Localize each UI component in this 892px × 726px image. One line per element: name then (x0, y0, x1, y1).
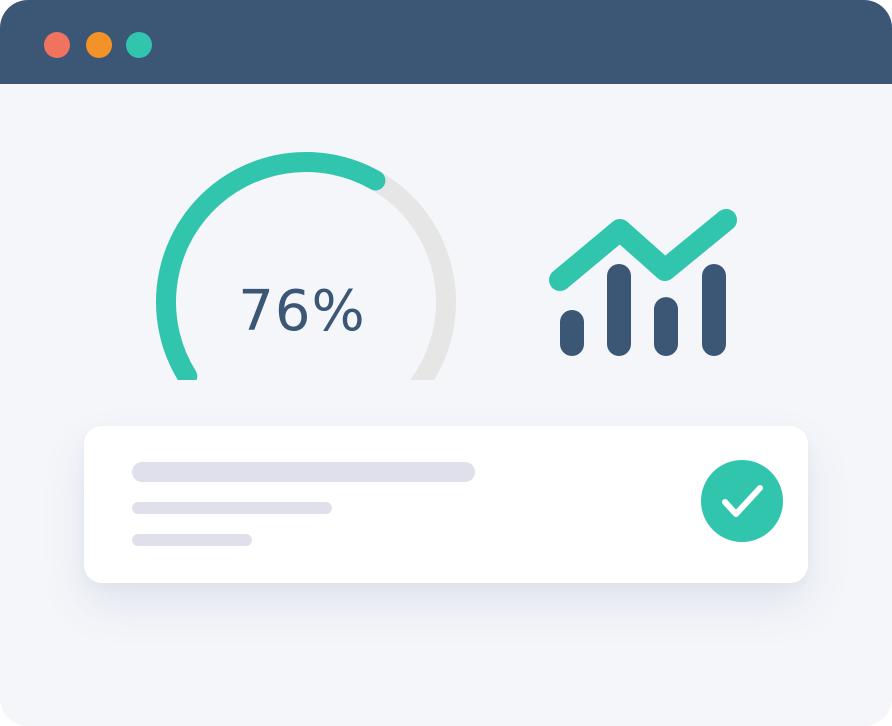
icon-bar (654, 297, 678, 356)
icon-bar (560, 310, 584, 356)
placeholder-line (132, 502, 332, 514)
gauge-fill (156, 152, 386, 380)
gauge-value: 76% (238, 279, 366, 344)
maximize-button[interactable] (126, 32, 152, 58)
icon-bar (702, 264, 726, 356)
app-window: 76% (0, 0, 892, 726)
minimize-button[interactable] (86, 32, 112, 58)
progress-gauge: 76% (140, 140, 470, 380)
icon-bar (607, 264, 631, 356)
gauge-arc (156, 152, 456, 380)
close-button[interactable] (44, 32, 70, 58)
placeholder-line-title (132, 462, 475, 482)
trend-line (549, 209, 737, 291)
check-circle-icon (701, 460, 783, 542)
bar-chart-trend-icon (540, 200, 750, 380)
result-card (84, 426, 808, 583)
title-bar (0, 0, 892, 84)
placeholder-line (132, 534, 252, 546)
